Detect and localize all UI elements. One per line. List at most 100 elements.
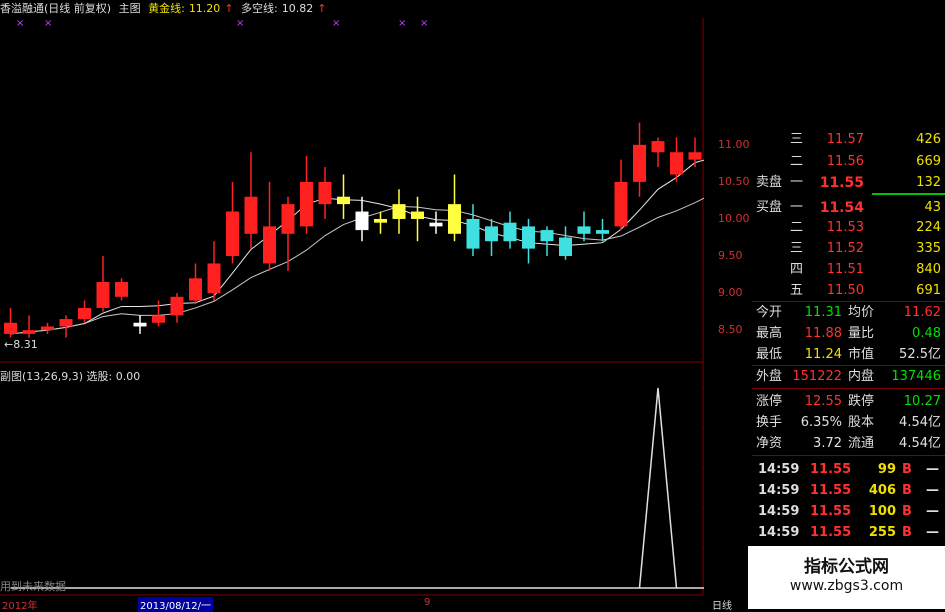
tick-row: 14:59 11.55 99 B — — [758, 462, 939, 477]
price-tick-label: 9.50 — [718, 249, 743, 263]
signal-marker: × — [398, 18, 406, 29]
price-tick-label: 11.00 — [718, 137, 750, 151]
selection-signal-line — [10, 387, 704, 589]
candle-body — [577, 226, 591, 234]
sub-chart-title: 副图(13,26,9,3) 选股: 0.00 — [0, 370, 141, 383]
price-tick-label: 9.00 — [718, 286, 743, 300]
price-tick-label: 10.50 — [718, 174, 750, 188]
period-label[interactable]: 日线 — [712, 597, 732, 612]
candle-body — [115, 281, 128, 297]
candle-body — [59, 319, 73, 327]
candle-body — [429, 222, 443, 227]
signal-marker: × — [420, 18, 428, 29]
buy-row-4[interactable]: 四 11.51 840 — [752, 260, 945, 280]
bull-line-value: 10.82 — [281, 2, 314, 15]
candle-body — [133, 322, 147, 327]
candle-body — [466, 218, 480, 249]
month-label: 9 — [424, 597, 431, 608]
candle-body — [96, 281, 110, 308]
panel-divider — [752, 365, 945, 366]
candle-body — [170, 296, 184, 316]
gold-line-value: 11.20 — [188, 2, 221, 15]
candle-body — [614, 181, 628, 227]
tick-row: 14:59 11.55 406 B — — [758, 483, 939, 498]
candle-body — [559, 237, 572, 257]
candle-body — [411, 211, 424, 219]
candle-body — [244, 196, 258, 234]
time-axis: 2012年 2013/08/12/一 9 日线 — [0, 595, 748, 612]
chart-header: 香溢融通(日线 前复权) 主图 黄金线: 11.20 ↑ 多空线: 10.82 ↑ — [0, 0, 700, 18]
stock-title: 香溢融通(日线 前复权) — [0, 2, 112, 15]
sell-label: 卖盘 — [756, 175, 783, 190]
up-arrow-icon: ↑ — [317, 2, 327, 15]
buy-row-5[interactable]: 五 11.50 691 — [752, 281, 945, 301]
candle-body — [374, 218, 387, 223]
watermark: 指标公式网 www.zbgs3.com — [748, 546, 945, 609]
quote-row-outer: 外盘 151222 内盘 137446 — [756, 369, 941, 384]
signal-marker: × — [16, 18, 24, 29]
low-price-marker: ←8.31 — [4, 338, 38, 351]
candle-body — [207, 263, 221, 294]
candle-body — [392, 204, 406, 219]
candle-body — [633, 144, 646, 182]
candle-body — [503, 222, 517, 242]
sell-row-2[interactable]: 二 11.56 669 — [752, 152, 945, 172]
watermark-title: 指标公式网 — [804, 557, 889, 577]
quote-row-nav: 净资 3.72 流通 4.54亿 — [756, 436, 941, 451]
signal-marker: × — [332, 18, 340, 29]
buy-row-1[interactable]: 买盘 一 11.54 43 — [752, 198, 945, 218]
price-axis: 11.00 10.50 10.00 9.50 9.00 8.50 — [704, 136, 752, 546]
candle-body — [596, 230, 609, 234]
bull-line-label: 多空线: — [241, 2, 278, 15]
buy-row-2[interactable]: 二 11.53 224 — [752, 218, 945, 238]
book-divider — [872, 193, 945, 195]
candle-body — [540, 230, 554, 242]
quote-row-limit: 涨停 12.55 跌停 10.27 — [756, 394, 941, 409]
tick-row: 14:59 11.55 100 B — — [758, 504, 939, 519]
quote-panel: 三 11.57 426 二 11.56 669 卖盘 一 11.55 132 买… — [752, 132, 945, 546]
candle-body — [688, 152, 702, 160]
candle-body — [318, 181, 332, 205]
sell-row-1[interactable]: 卖盘 一 11.55 132 — [752, 173, 945, 193]
panel-divider — [752, 301, 945, 302]
signal-marker: × — [236, 18, 244, 29]
sell-row-3[interactable]: 三 11.57 426 — [752, 130, 945, 150]
quote-row-open: 今开 11.31 均价 11.62 — [756, 305, 941, 320]
candle-body — [226, 211, 239, 257]
candle-body — [355, 211, 369, 231]
candle-body — [448, 204, 461, 234]
candle-body — [651, 141, 665, 153]
signal-marker: × — [44, 18, 52, 29]
candle-body — [337, 196, 350, 205]
year-label: 2012年 — [2, 601, 38, 612]
candle-body — [300, 181, 313, 227]
main-chart-label: 主图 — [118, 2, 141, 15]
buy-row-3[interactable]: 三 11.52 335 — [752, 239, 945, 259]
tick-row: 14:59 11.55 255 B — — [758, 525, 939, 540]
candle-body — [263, 226, 276, 264]
stock-chart[interactable]: ××××××1.000.800.600.400.20 — [0, 0, 704, 609]
candle-body — [78, 307, 91, 320]
up-arrow-icon: ↑ — [224, 2, 234, 15]
buy-label: 买盘 — [756, 200, 783, 215]
candle-body — [152, 315, 165, 323]
candle-body — [522, 226, 535, 249]
future-data-label: 用到未来数据 — [0, 580, 66, 593]
date-cursor-label[interactable]: 2013/08/12/一 — [138, 597, 214, 612]
price-tick-label: 8.50 — [718, 323, 743, 337]
candle-body — [670, 152, 683, 175]
moving-average-line-1 — [10, 159, 704, 335]
panel-divider — [752, 388, 945, 389]
panel-divider — [752, 455, 945, 456]
quote-row-turnover: 换手 6.35% 股本 4.54亿 — [756, 415, 941, 430]
candle-body — [22, 330, 36, 334]
candle-body — [189, 278, 202, 301]
gold-line-label: 黄金线: — [148, 2, 185, 15]
candle-body — [41, 326, 54, 331]
candle-body — [485, 226, 498, 242]
candle-body — [281, 204, 295, 234]
quote-row-high: 最高 11.88 量比 0.48 — [756, 326, 941, 341]
price-tick-label: 10.00 — [718, 211, 750, 225]
candle-body — [4, 322, 17, 334]
quote-row-low: 最低 11.24 市值 52.5亿 — [756, 347, 941, 362]
